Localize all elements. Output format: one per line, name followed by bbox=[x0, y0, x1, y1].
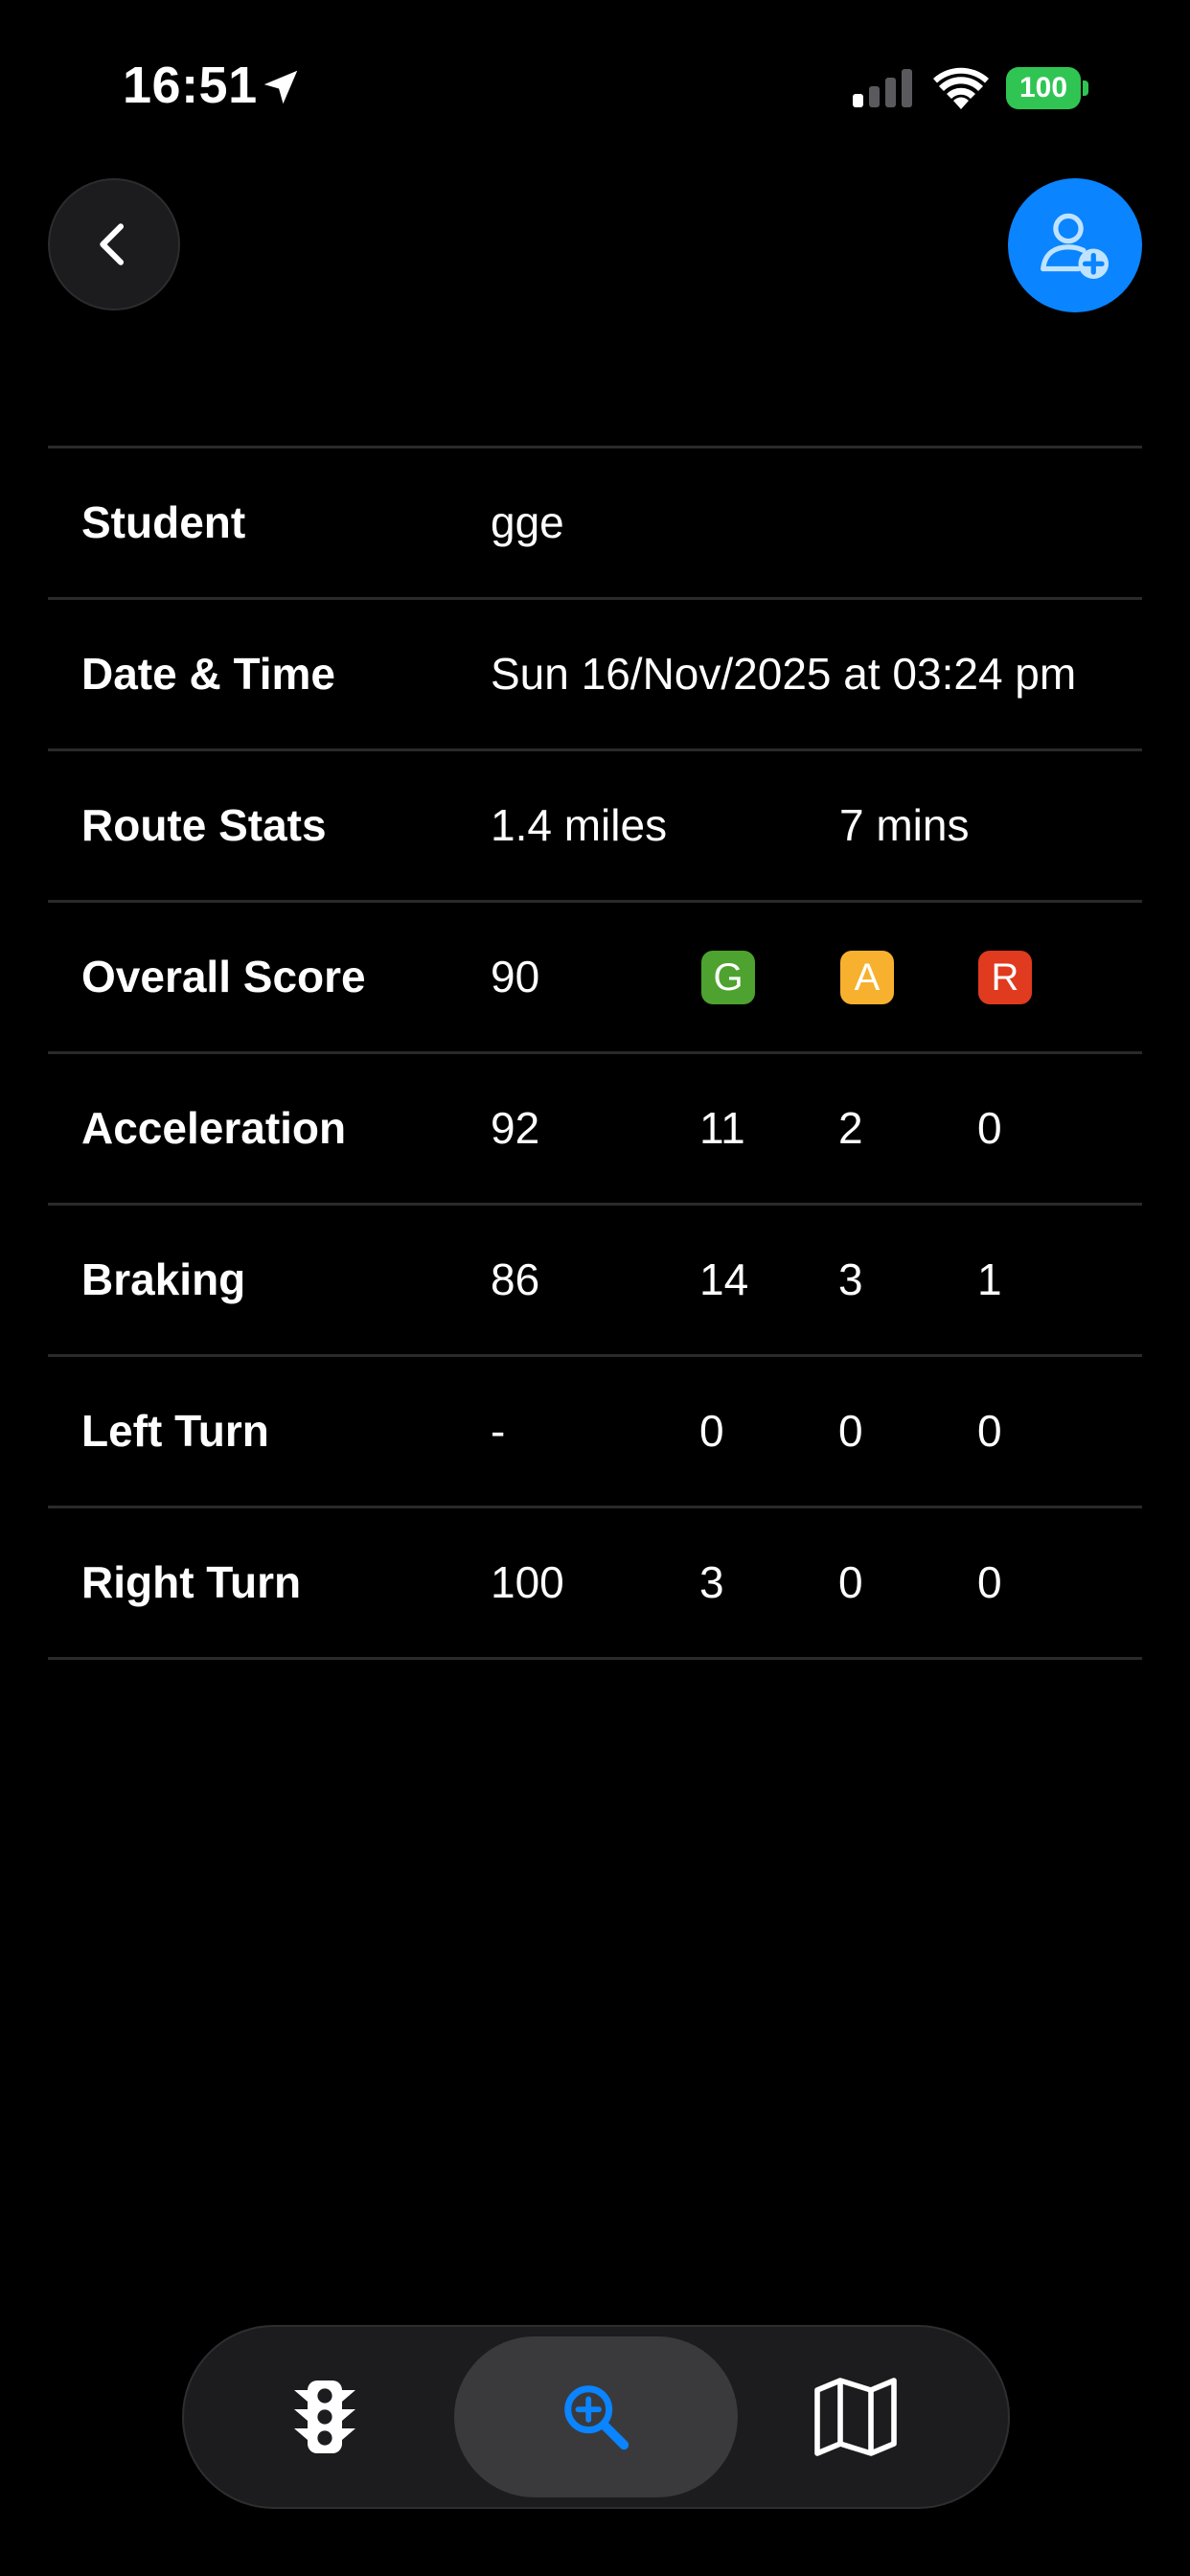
right-turn-row: Right Turn 100 3 0 0 bbox=[48, 1508, 1142, 1660]
date-time-row: Date & Time Sun 16/Nov/2025 at 03:24 pm bbox=[48, 600, 1142, 751]
acceleration-row: Acceleration 92 11 2 0 bbox=[48, 1054, 1142, 1206]
drive-summary-table: Student gge Date & Time Sun 16/Nov/2025 … bbox=[48, 446, 1142, 1660]
red-badge: R bbox=[978, 951, 1032, 1004]
overall-score-label: Overall Score bbox=[81, 952, 366, 1001]
date-time-label: Date & Time bbox=[81, 649, 336, 699]
tab-map[interactable] bbox=[774, 2336, 937, 2497]
student-row: Student gge bbox=[48, 448, 1142, 600]
back-button[interactable] bbox=[48, 178, 180, 310]
right-turn-green-count: 3 bbox=[699, 1557, 724, 1607]
battery-level: 100 bbox=[1006, 67, 1081, 109]
tab-zoom[interactable] bbox=[454, 2336, 738, 2497]
route-duration: 7 mins bbox=[839, 800, 970, 850]
status-bar: 16:51 100 bbox=[0, 0, 1190, 172]
date-time-value: Sun 16/Nov/2025 at 03:24 pm bbox=[491, 649, 1077, 699]
overall-score-value: 90 bbox=[491, 952, 540, 1001]
traffic-light-icon bbox=[294, 2380, 355, 2453]
bottom-tab-bar bbox=[182, 2325, 1010, 2509]
location-arrow-icon bbox=[263, 70, 298, 104]
left-turn-red-count: 0 bbox=[977, 1406, 1002, 1456]
cellular-signal-icon bbox=[853, 69, 912, 107]
left-turn-amber-count: 0 bbox=[838, 1406, 863, 1456]
route-stats-label: Route Stats bbox=[81, 800, 327, 850]
braking-green-count: 14 bbox=[699, 1254, 749, 1304]
braking-score: 86 bbox=[491, 1254, 540, 1304]
acceleration-red-count: 0 bbox=[977, 1103, 1002, 1153]
left-turn-label: Left Turn bbox=[81, 1406, 269, 1456]
student-label: Student bbox=[81, 497, 246, 547]
acceleration-amber-count: 2 bbox=[838, 1103, 863, 1153]
braking-row: Braking 86 14 3 1 bbox=[48, 1206, 1142, 1357]
left-turn-green-count: 0 bbox=[699, 1406, 724, 1456]
battery-indicator: 100 bbox=[1006, 67, 1088, 109]
left-turn-score: - bbox=[491, 1406, 506, 1456]
acceleration-score: 92 bbox=[491, 1103, 540, 1153]
right-turn-amber-count: 0 bbox=[838, 1557, 863, 1607]
route-stats-row: Route Stats 1.4 miles 7 mins bbox=[48, 751, 1142, 903]
acceleration-green-count: 11 bbox=[699, 1103, 745, 1153]
route-distance: 1.4 miles bbox=[491, 800, 668, 850]
overall-score-row: Overall Score 90 G A R bbox=[48, 903, 1142, 1054]
amber-badge: A bbox=[840, 951, 894, 1004]
braking-amber-count: 3 bbox=[838, 1254, 863, 1304]
person-add-icon bbox=[1041, 213, 1109, 279]
wifi-icon bbox=[933, 67, 989, 109]
zoom-in-icon bbox=[564, 2385, 629, 2450]
right-turn-red-count: 0 bbox=[977, 1557, 1002, 1607]
green-badge: G bbox=[701, 951, 755, 1004]
student-value: gge bbox=[491, 497, 564, 547]
add-student-button[interactable] bbox=[1008, 178, 1142, 312]
battery-cap bbox=[1083, 80, 1088, 96]
chevron-left-icon bbox=[100, 223, 125, 265]
right-turn-score: 100 bbox=[491, 1557, 564, 1607]
braking-label: Braking bbox=[81, 1254, 246, 1304]
status-time: 16:51 bbox=[123, 57, 258, 114]
acceleration-label: Acceleration bbox=[81, 1103, 347, 1153]
left-turn-row: Left Turn - 0 0 0 bbox=[48, 1357, 1142, 1508]
map-icon bbox=[814, 2378, 897, 2456]
tab-traffic-light[interactable] bbox=[243, 2336, 406, 2497]
right-turn-label: Right Turn bbox=[81, 1557, 302, 1607]
braking-red-count: 1 bbox=[977, 1254, 1002, 1304]
